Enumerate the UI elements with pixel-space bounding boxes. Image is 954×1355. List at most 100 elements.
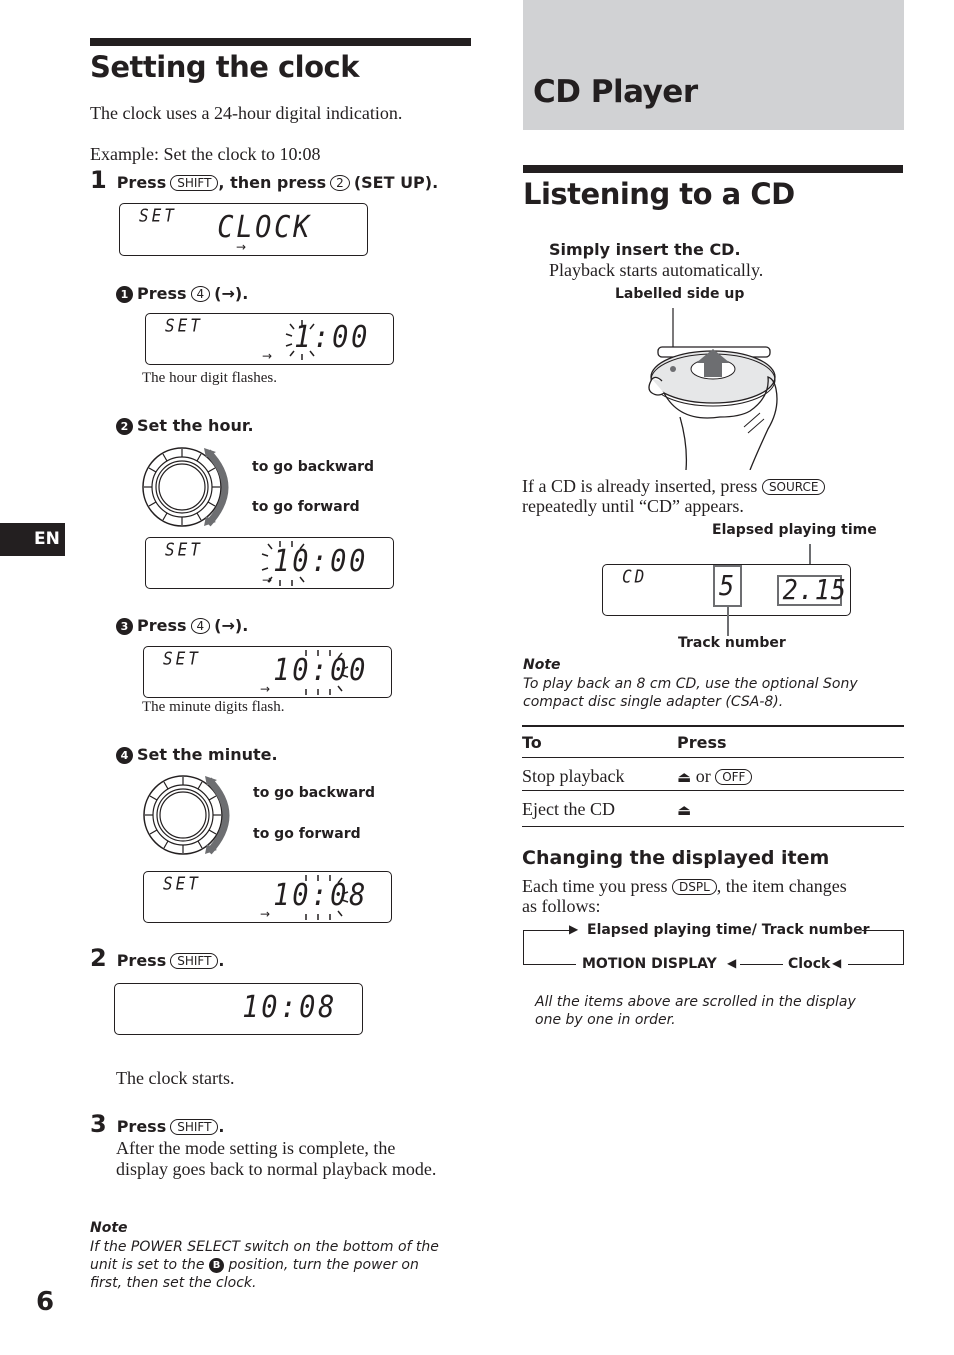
- off-key[interactable]: OFF: [715, 769, 753, 785]
- backward-label: to go backward: [252, 459, 375, 475]
- substep-number-badge: 4: [116, 747, 133, 764]
- changing-body: Each time you press DSPL, the item chang…: [522, 876, 904, 916]
- note-text-part: position, turn the power on: [228, 1257, 419, 1273]
- eject-icon[interactable]: ⏏: [677, 768, 691, 786]
- changing-heading: Changing the displayed item: [522, 847, 830, 869]
- shift-key[interactable]: SHIFT: [170, 953, 219, 969]
- table-row-to: Stop playback: [522, 766, 625, 786]
- already-text-part: If a CD is already inserted, press: [522, 476, 758, 496]
- source-key[interactable]: SOURCE: [761, 479, 826, 495]
- substep-text: Set the minute.: [137, 745, 278, 764]
- elapsed-time-callout: Elapsed playing time: [712, 522, 877, 538]
- page-number: 6: [36, 1287, 55, 1317]
- table-header-to: To: [522, 733, 542, 752]
- key-4[interactable]: 4: [190, 618, 211, 634]
- step-number: 1: [90, 166, 107, 194]
- table-row-press: ⏏ or OFF: [677, 766, 753, 787]
- cd-insert-illustration: [648, 308, 778, 470]
- cycle-line: [523, 930, 571, 931]
- step-press-label: Press: [116, 1117, 167, 1136]
- note-line: compact disc single adapter (CSA-8).: [523, 694, 784, 710]
- rotary-dial-icon[interactable]: [142, 446, 242, 528]
- substep-number-badge: 2: [116, 418, 133, 435]
- table-top-rule: [522, 725, 904, 727]
- page-title-listening: Listening to a CD: [523, 177, 795, 211]
- forward-label: to go forward: [253, 826, 361, 842]
- substep-2: 2 Set the hour.: [116, 416, 254, 436]
- already-text-part: repeatedly until “CD” appears.: [522, 496, 744, 516]
- lcd-small-text: SET: [165, 539, 203, 560]
- table-rule: [522, 757, 904, 758]
- cycle-item-elapsed: Elapsed playing time/ Track number: [587, 922, 870, 938]
- cursor-arrow-icon: →: [260, 907, 271, 921]
- shift-key[interactable]: SHIFT: [170, 1119, 219, 1135]
- lcd-small-text: SET: [165, 315, 203, 336]
- key-2[interactable]: 2: [330, 175, 350, 191]
- cursor-arrow-icon: →: [262, 573, 273, 587]
- cycle-item-clock: Clock: [788, 956, 831, 972]
- cycle-line: [740, 964, 783, 965]
- hour-flash-caption: The hour digit flashes.: [142, 370, 277, 386]
- lcd-display-hour-flash: SET 1:00 →: [145, 313, 394, 365]
- forward-label: to go forward: [252, 499, 360, 515]
- minute-flash-caption: The minute digits flash.: [142, 699, 285, 715]
- eject-icon[interactable]: ⏏: [677, 801, 691, 819]
- step-press-label: Press: [116, 173, 167, 192]
- cursor-arrow-icon: →: [262, 349, 273, 363]
- step-2: 2 Press SHIFT.: [90, 944, 225, 972]
- note-text-part: unit is set to the: [90, 1257, 205, 1273]
- lcd-display-set-clock: SET CLOCK →: [119, 203, 368, 256]
- example-text: Example: Set the clock to 10:08: [90, 144, 321, 164]
- table-rule: [522, 790, 904, 791]
- cycle-line: [862, 930, 903, 931]
- note-line: first, then set the clock.: [90, 1275, 257, 1291]
- note-line: unit is set to the B position, turn the …: [90, 1256, 480, 1274]
- table-row-press: ⏏: [677, 799, 691, 820]
- lcd-big-text: 10:08: [242, 990, 338, 1025]
- lcd-display-hour-set: SET 10:00 →: [145, 537, 394, 589]
- step-tail-text: .: [218, 951, 225, 970]
- step-3-body: After the mode setting is complete, the …: [116, 1138, 437, 1179]
- key-4[interactable]: 4: [190, 286, 211, 302]
- note-title: Note: [90, 1220, 128, 1236]
- dspl-key[interactable]: DSPL: [671, 879, 717, 895]
- flash-rays-icon: [305, 875, 349, 920]
- title-rule: [523, 165, 903, 173]
- cycle-arrow-icon: ▶: [569, 922, 579, 936]
- cycle-line: [523, 964, 576, 965]
- changing-text-part: as follows:: [522, 896, 601, 916]
- changing-text-part: Each time you press: [522, 876, 668, 896]
- step-number: 3: [90, 1110, 107, 1138]
- note-line: one by one in order.: [535, 1012, 676, 1028]
- substep-number-badge: 3: [116, 618, 133, 635]
- note-body: To play back an 8 cm CD, use the optiona…: [523, 675, 903, 711]
- cycle-line: [523, 930, 524, 964]
- cycle-line: [848, 964, 904, 965]
- lcd-display-clock-running: 10:08: [114, 983, 363, 1035]
- language-tab-label: EN: [34, 529, 60, 549]
- elapsed-time-value: 2.15: [782, 573, 847, 606]
- lcd-big-text: 10:00: [273, 544, 369, 579]
- step-1: 1 Press SHIFT, then press 2 (SET UP).: [90, 166, 438, 194]
- step-tail-text: (SET UP).: [353, 173, 439, 192]
- substep-tail-text: (→).: [214, 616, 249, 635]
- step-3: 3 Press SHIFT.: [90, 1110, 225, 1138]
- cursor-arrow-icon: →: [260, 682, 271, 696]
- cycle-note: All the items above are scrolled in the …: [535, 993, 905, 1029]
- already-inserted-text: If a CD is already inserted, press SOURC…: [522, 476, 902, 516]
- substep-text: Set the hour.: [137, 416, 254, 435]
- step-number: 2: [90, 944, 107, 972]
- section-header-box: CD Player: [523, 0, 904, 130]
- step-tail-text: .: [218, 1117, 225, 1136]
- substep-press-label: Press: [137, 284, 187, 303]
- cycle-item-motion-display: MOTION DISPLAY: [582, 956, 717, 972]
- rotary-dial-icon[interactable]: [143, 774, 243, 856]
- shift-key[interactable]: SHIFT: [170, 175, 219, 191]
- insert-heading: Simply insert the CD.: [549, 240, 741, 259]
- flash-rays-icon: [305, 650, 349, 695]
- lcd-small-text: SET: [163, 873, 201, 894]
- track-number-box: 5: [713, 565, 742, 607]
- insert-body: Playback starts automatically.: [549, 260, 764, 280]
- language-tab: EN: [0, 523, 65, 556]
- substep-press-label: Press: [137, 616, 187, 635]
